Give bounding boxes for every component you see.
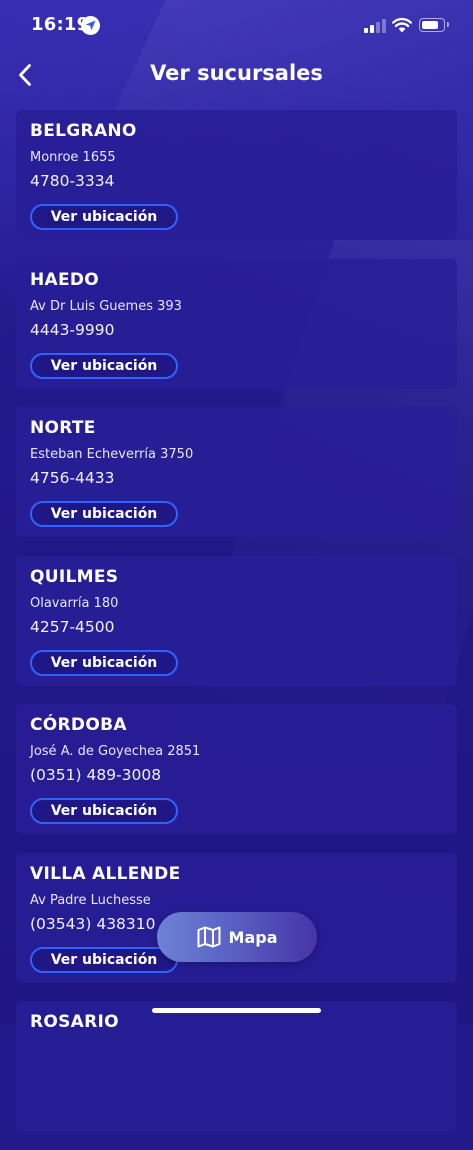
branch-card: BELGRANO Monroe 1655 4780-3334 Ver ubica…: [16, 110, 457, 240]
cellular-signal-icon: [364, 19, 386, 33]
branch-address: Av Dr Luis Guemes 393: [30, 298, 182, 314]
branch-name: HAEDO: [30, 269, 100, 290]
branch-card: QUILMES Olavarría 180 4257-4500 Ver ubic…: [16, 555, 457, 686]
branch-address: José A. de Goyechea 2851: [30, 744, 201, 759]
location-arrow-icon: [81, 16, 100, 35]
home-indicator[interactable]: [152, 1008, 321, 1013]
map-button[interactable]: Mapa: [157, 912, 317, 962]
branch-phone[interactable]: 4443-9990: [30, 321, 443, 339]
view-location-button[interactable]: Ver ubicación: [30, 204, 178, 230]
branch-name: NORTE: [30, 418, 96, 438]
branch-name: CÓRDOBA: [30, 715, 127, 735]
branch-card: CÓRDOBA José A. de Goyechea 2851 (0351) …: [16, 704, 457, 834]
view-location-button[interactable]: Ver ubicación: [30, 501, 178, 527]
view-location-button[interactable]: Ver ubicación: [30, 946, 178, 973]
branch-name: QUILMES: [30, 566, 119, 587]
branch-address: Esteban Echeverría 3750: [30, 447, 194, 462]
view-location-button[interactable]: Ver ubicación: [30, 798, 178, 824]
branch-list: BELGRANO Monroe 1655 4780-3334 Ver ubica…: [16, 110, 457, 1150]
map-button-label: Mapa: [228, 927, 278, 947]
branch-card: HAEDO Av Dr Luis Guemes 393 4443-9990 Ve…: [16, 258, 457, 389]
branch-address: Monroe 1655: [30, 150, 116, 165]
page-title: Ver sucursales: [150, 61, 323, 85]
branch-phone[interactable]: 4756-4433: [30, 469, 443, 487]
branch-name: ROSARIO: [30, 1012, 119, 1032]
map-icon: [197, 926, 221, 948]
branch-phone[interactable]: 4780-3334: [30, 172, 443, 190]
branch-address: Olavarría 180: [30, 595, 119, 611]
header: Ver sucursales: [0, 52, 473, 98]
branch-phone[interactable]: 4257-4500: [30, 618, 443, 636]
branch-card: ROSARIO: [16, 1001, 457, 1131]
branch-name: VILLA ALLENDE: [30, 863, 181, 884]
status-bar: 16:19: [0, 0, 473, 50]
battery-icon: [419, 18, 449, 32]
view-location-button[interactable]: Ver ubicación: [30, 649, 178, 676]
branch-address: Av Padre Luchesse: [30, 892, 151, 908]
view-location-button[interactable]: Ver ubicación: [30, 352, 178, 379]
wifi-icon: [392, 17, 412, 33]
branch-card: NORTE Esteban Echeverría 3750 4756-4433 …: [16, 407, 457, 537]
branch-name: BELGRANO: [30, 121, 137, 141]
branch-phone[interactable]: (0351) 489-3008: [30, 766, 443, 784]
